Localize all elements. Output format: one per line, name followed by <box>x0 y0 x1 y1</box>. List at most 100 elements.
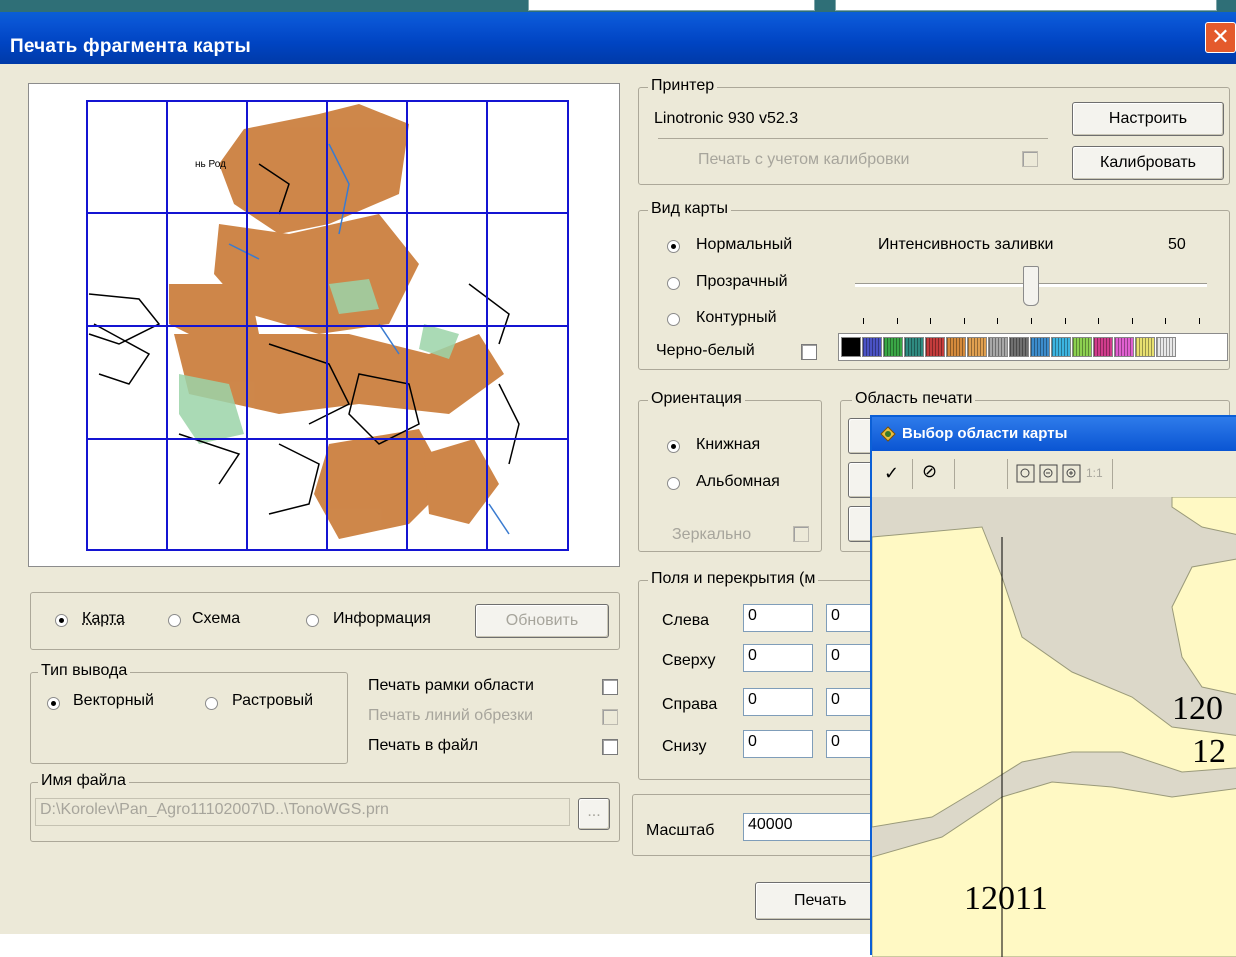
raster-radio-label[interactable]: Растровый <box>232 692 313 710</box>
cancel-icon[interactable]: ⊘ <box>922 461 937 482</box>
map-region-label: 120 <box>1172 690 1223 727</box>
mirror-checkbox[interactable] <box>793 526 809 542</box>
color-swatch[interactable] <box>1093 337 1113 357</box>
browse-button[interactable]: ... <box>578 798 610 830</box>
slider-tick <box>1132 318 1133 324</box>
color-swatch[interactable] <box>1135 337 1155 357</box>
grid-line <box>86 212 569 214</box>
output-type-group <box>30 672 348 764</box>
margin-left-label: Слева <box>662 612 709 630</box>
orientation-legend: Ориентация <box>648 390 745 408</box>
area-window-title: Выбор области карты <box>902 425 1067 442</box>
color-swatch[interactable] <box>1051 337 1071 357</box>
transparent-radio-label[interactable]: Прозрачный <box>696 273 788 291</box>
scale-field[interactable]: 40000 <box>743 813 873 841</box>
color-palette[interactable] <box>838 333 1228 361</box>
area-selection-map[interactable]: 120 12 12011 <box>872 497 1236 957</box>
margin-bottom-field[interactable]: 0 <box>743 730 813 758</box>
mirror-label: Зеркально <box>672 526 751 544</box>
margin-left-field[interactable]: 0 <box>743 604 813 632</box>
color-swatch[interactable] <box>1114 337 1134 357</box>
place-label: нь Род <box>195 159 226 170</box>
setup-button[interactable]: Настроить <box>1072 102 1224 136</box>
landscape-radio-label[interactable]: Альбомная <box>696 473 780 491</box>
slider-tick <box>1098 318 1099 324</box>
contour-radio-label[interactable]: Контурный <box>696 309 777 327</box>
print-frame-checkbox[interactable] <box>602 679 618 695</box>
normal-radio[interactable] <box>667 240 680 253</box>
black-white-checkbox[interactable] <box>801 344 817 360</box>
color-swatch[interactable] <box>946 337 966 357</box>
background-field <box>528 0 815 11</box>
normal-radio-label[interactable]: Нормальный <box>696 236 792 254</box>
intensity-label: Интенсивность заливки <box>878 236 1053 254</box>
area-window-title-bar: Выбор области карты <box>872 417 1236 451</box>
info-radio-label[interactable]: Информация <box>333 610 431 628</box>
intensity-slider-thumb[interactable] <box>1023 266 1039 306</box>
black-white-label: Черно-белый <box>656 342 755 360</box>
calibration-print-checkbox[interactable] <box>1022 151 1038 167</box>
color-swatch[interactable] <box>904 337 924 357</box>
calibrate-button[interactable]: Калибровать <box>1072 146 1224 180</box>
print-button[interactable]: Печать <box>755 882 885 920</box>
color-swatch[interactable] <box>1030 337 1050 357</box>
print-area-legend: Область печати <box>852 390 975 408</box>
scale-label: Масштаб <box>646 822 714 840</box>
color-swatch[interactable] <box>925 337 945 357</box>
slider-tick <box>930 318 931 324</box>
print-to-file-checkbox[interactable] <box>602 739 618 755</box>
confirm-icon[interactable]: ✓ <box>884 463 899 484</box>
map-radio-label[interactable]: Карта <box>82 610 125 628</box>
raster-radio[interactable] <box>205 697 218 710</box>
info-radio[interactable] <box>306 614 319 627</box>
area-selection-window: Выбор области карты ✓ ⊘ 1:1 120 12 12011 <box>870 415 1236 955</box>
grid-line <box>86 100 569 102</box>
color-swatch[interactable] <box>1072 337 1092 357</box>
vector-radio[interactable] <box>47 697 60 710</box>
slider-tick <box>997 318 998 324</box>
zoom-in-icon[interactable] <box>1062 464 1082 484</box>
color-swatch[interactable] <box>967 337 987 357</box>
intensity-value: 50 <box>1168 236 1186 254</box>
scheme-radio[interactable] <box>168 614 181 627</box>
portrait-radio-label[interactable]: Книжная <box>696 436 760 454</box>
map-region-label: 12 <box>1192 733 1226 770</box>
close-button[interactable]: ✕ <box>1205 22 1236 53</box>
color-swatch[interactable] <box>1009 337 1029 357</box>
portrait-radio[interactable] <box>667 440 680 453</box>
file-name-field[interactable]: D:\Korolev\Pan_Agro11102007\D..\TonoWGS.… <box>35 798 570 826</box>
transparent-radio[interactable] <box>667 277 680 290</box>
app-icon <box>878 424 898 444</box>
slider-tick <box>1031 318 1032 324</box>
grid-line <box>86 325 569 327</box>
margin-right-field[interactable]: 0 <box>743 688 813 716</box>
map-radio[interactable] <box>55 614 68 627</box>
actual-size-button[interactable]: 1:1 <box>1086 466 1103 480</box>
contour-radio[interactable] <box>667 313 680 326</box>
landscape-radio[interactable] <box>667 477 680 490</box>
color-swatch[interactable] <box>883 337 903 357</box>
cut-lines-checkbox[interactable] <box>602 709 618 725</box>
file-name-legend: Имя файла <box>38 772 129 790</box>
toolbar-separator <box>912 459 913 489</box>
printer-legend: Принтер <box>648 77 717 95</box>
color-swatch[interactable] <box>988 337 1008 357</box>
refresh-button[interactable]: Обновить <box>475 604 609 638</box>
color-swatch[interactable] <box>841 337 861 357</box>
grid-line <box>86 438 569 440</box>
zoom-fit-icon[interactable] <box>1016 464 1036 484</box>
print-frame-label: Печать рамки области <box>368 677 534 695</box>
zoom-out-icon[interactable] <box>1039 464 1059 484</box>
map-region-label: 12011 <box>964 880 1048 917</box>
toolbar-separator <box>1112 459 1113 489</box>
color-swatch[interactable] <box>862 337 882 357</box>
scheme-radio-label[interactable]: Схема <box>192 610 240 628</box>
vector-radio-label[interactable]: Векторный <box>73 692 154 710</box>
slider-tick <box>1065 318 1066 324</box>
separator <box>658 138 1048 139</box>
area-window-toolbar: ✓ ⊘ 1:1 <box>872 451 1236 498</box>
cut-lines-label: Печать линий обрезки <box>368 707 533 725</box>
margin-top-field[interactable]: 0 <box>743 644 813 672</box>
output-type-legend: Тип вывода <box>38 662 130 680</box>
color-swatch[interactable] <box>1156 337 1176 357</box>
